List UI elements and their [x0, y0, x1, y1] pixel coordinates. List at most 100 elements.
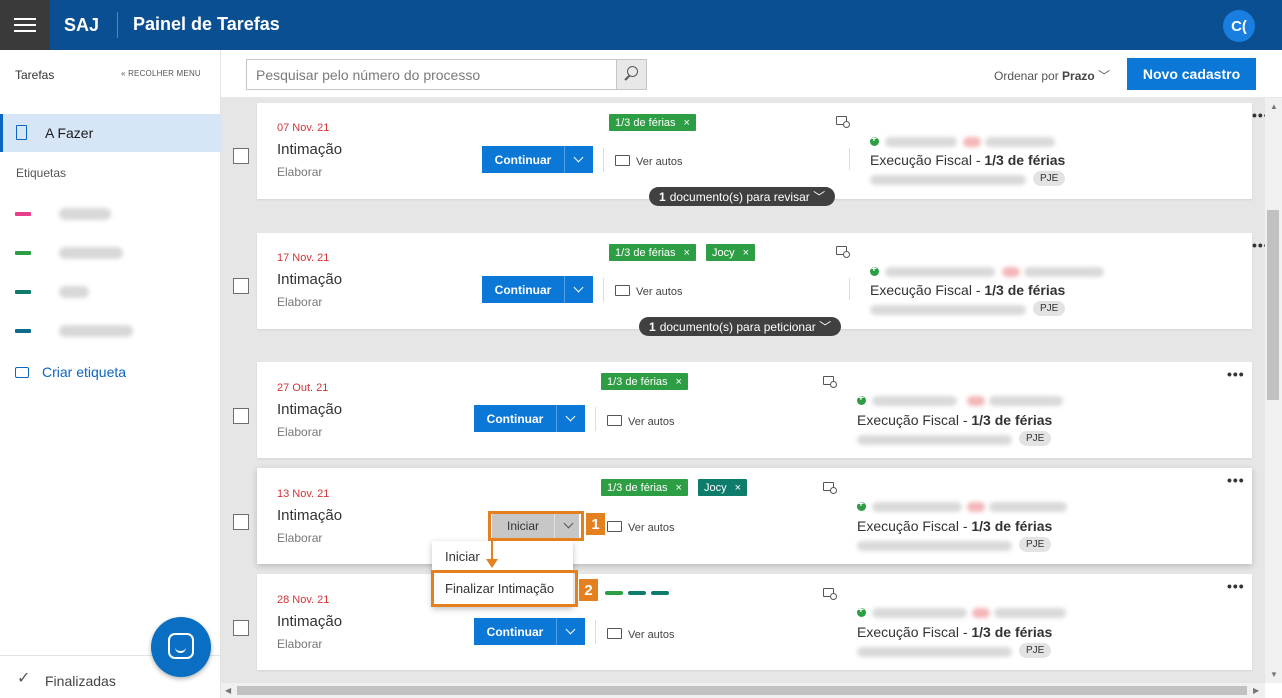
close-icon[interactable]: ×: [735, 482, 741, 494]
view-records-link[interactable]: Ver autos: [628, 522, 674, 534]
folder-icon: [615, 155, 630, 166]
create-tag-link[interactable]: Criar etiqueta: [15, 364, 126, 380]
sidebar: Tarefas « RECOLHER MENU A Fazer Etiqueta…: [0, 50, 221, 698]
more-options-icon[interactable]: •••: [1227, 366, 1245, 382]
annotation-highlight-1: [488, 511, 584, 541]
search-input[interactable]: [246, 59, 617, 90]
chat-support-button[interactable]: [151, 617, 211, 677]
task-card[interactable]: 28 Nov. 21 Intimação Elaborar Continuar …: [257, 574, 1252, 670]
continue-button[interactable]: Continuar: [482, 276, 564, 303]
task-card[interactable]: 17 Nov. 21 Intimação Elaborar Continuar …: [257, 233, 1265, 329]
tag-badge[interactable]: 1/3 de férias ×: [601, 373, 688, 390]
continue-split-button[interactable]: Continuar: [474, 405, 585, 432]
search-icon[interactable]: [617, 59, 647, 90]
annotation-number-2: 2: [579, 579, 598, 601]
redacted-case-number: [857, 435, 1012, 445]
tag-badge[interactable]: Jocy ×: [698, 479, 748, 496]
user-avatar[interactable]: C(: [1223, 10, 1255, 42]
tag-label-redacted: [59, 208, 111, 220]
redacted-party: [872, 502, 962, 512]
sidebar-tag-2[interactable]: [15, 244, 195, 262]
redacted-case-number: [870, 305, 1026, 315]
chevron-down-icon[interactable]: [556, 405, 585, 432]
scrollbar-thumb[interactable]: [237, 686, 1247, 695]
close-icon[interactable]: ×: [684, 247, 690, 259]
view-records-link[interactable]: Ver autos: [628, 629, 674, 641]
close-icon[interactable]: ×: [743, 247, 749, 259]
continue-button[interactable]: Continuar: [474, 405, 556, 432]
sort-dropdown[interactable]: Ordenar por Prazo ﹀: [994, 67, 1110, 84]
task-card[interactable]: 27 Out. 21 Intimação Elaborar Continuar …: [257, 362, 1252, 458]
collapse-menu-button[interactable]: « RECOLHER MENU: [121, 69, 201, 78]
view-records-link[interactable]: Ver autos: [636, 156, 682, 168]
tag-badge[interactable]: 1/3 de férias ×: [609, 244, 696, 261]
status-plus-icon: [857, 499, 866, 511]
add-document-icon[interactable]: [823, 482, 837, 494]
hamburger-menu-icon[interactable]: [0, 0, 50, 50]
scroll-down-icon[interactable]: ▼: [1270, 670, 1278, 679]
sidebar-item-a-fazer[interactable]: A Fazer: [0, 114, 221, 152]
tag-badge[interactable]: 1/3 de férias ×: [601, 479, 688, 496]
add-document-icon[interactable]: [823, 376, 837, 388]
scrollbar-thumb[interactable]: [1267, 210, 1279, 400]
continue-button[interactable]: Continuar: [474, 618, 556, 645]
task-checkbox[interactable]: [233, 278, 249, 294]
close-icon[interactable]: ×: [676, 482, 682, 494]
redacted-party: [872, 396, 957, 406]
add-document-icon[interactable]: [836, 116, 850, 128]
separator: [595, 620, 596, 644]
new-record-button[interactable]: Novo cadastro: [1127, 58, 1256, 90]
view-records-link[interactable]: Ver autos: [628, 416, 674, 428]
folder-icon: [615, 285, 630, 296]
task-subtype: Elaborar: [277, 425, 323, 439]
separator: [603, 148, 604, 172]
scroll-left-icon[interactable]: ◀: [225, 686, 231, 695]
documents-petition-pill[interactable]: 1 documento(s) para peticionar ﹀: [639, 317, 842, 336]
scroll-right-icon[interactable]: ▶: [1253, 686, 1259, 695]
task-card[interactable]: 07 Nov. 21 Intimação Elaborar Continuar …: [257, 103, 1265, 199]
view-records-link[interactable]: Ver autos: [636, 286, 682, 298]
task-checkbox[interactable]: [233, 148, 249, 164]
chevron-down-icon[interactable]: [556, 618, 585, 645]
close-icon[interactable]: ×: [684, 117, 690, 129]
page-title: Painel de Tarefas: [133, 14, 280, 34]
annotation-highlight-2: [431, 570, 578, 607]
sidebar-tag-4[interactable]: [15, 322, 195, 340]
annotation-number-1: 1: [586, 513, 605, 535]
documents-review-pill[interactable]: 1 documento(s) para revisar ﹀: [649, 187, 836, 206]
sidebar-tag-3[interactable]: [15, 283, 195, 301]
add-document-icon[interactable]: [823, 588, 837, 600]
task-date: 17 Nov. 21: [277, 252, 330, 264]
more-options-icon[interactable]: •••: [1252, 107, 1265, 123]
task-checkbox[interactable]: [233, 408, 249, 424]
task-checkbox[interactable]: [233, 620, 249, 636]
add-document-icon[interactable]: [836, 246, 850, 258]
more-options-icon[interactable]: •••: [1252, 237, 1265, 253]
tag-badge[interactable]: 1/3 de férias ×: [609, 114, 696, 131]
continue-split-button[interactable]: Continuar: [474, 618, 585, 645]
sort-value: Prazo: [1062, 69, 1095, 83]
brand-logo[interactable]: SAJ: [64, 15, 99, 36]
menu-item-iniciar[interactable]: Iniciar: [445, 549, 480, 564]
continue-split-button[interactable]: Continuar: [482, 146, 593, 173]
checkmark-icon: ✓: [17, 670, 31, 687]
vertical-scrollbar[interactable]: ▲ ▼: [1265, 98, 1282, 683]
chevron-down-icon[interactable]: [564, 276, 593, 303]
more-options-icon[interactable]: •••: [1227, 578, 1245, 594]
more-options-icon[interactable]: •••: [1227, 472, 1245, 488]
scroll-up-icon[interactable]: ▲: [1270, 102, 1278, 111]
continue-button[interactable]: Continuar: [482, 146, 564, 173]
folder-icon: [607, 628, 622, 639]
case-description: Execução Fiscal - 1/3 de férias: [870, 282, 1066, 298]
tags-loading: [605, 591, 669, 595]
close-icon[interactable]: ×: [676, 376, 682, 388]
horizontal-scrollbar[interactable]: ◀ ▶: [221, 683, 1265, 698]
chevron-down-icon[interactable]: [564, 146, 593, 173]
task-card-active[interactable]: 13 Nov. 21 Intimação Elaborar Iniciar Ve…: [257, 468, 1252, 564]
task-checkbox[interactable]: [233, 514, 249, 530]
redacted-party: [967, 396, 985, 406]
tag-badge-label: 1/3 de férias: [607, 375, 668, 388]
tag-badge[interactable]: Jocy ×: [706, 244, 756, 261]
continue-split-button[interactable]: Continuar: [482, 276, 593, 303]
sidebar-tag-1[interactable]: [15, 205, 195, 223]
